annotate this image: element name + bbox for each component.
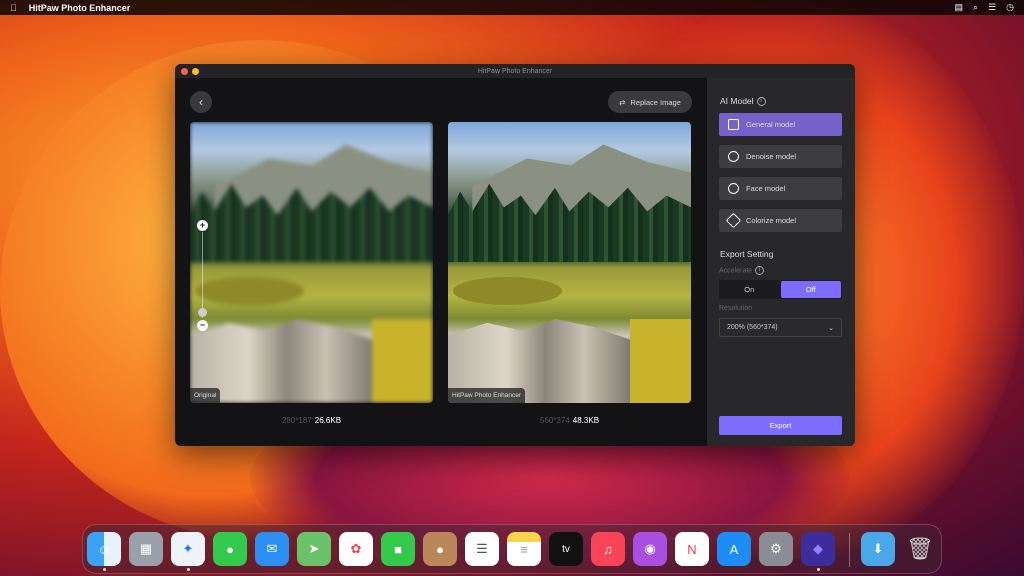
accelerate-label: Accelerate i xyxy=(719,266,765,275)
info-icon[interactable]: i xyxy=(756,97,766,107)
dock: ☺ ▦ ✦ ● ✉ ➤ ✿ ■ ● ☰ ≡ tv ♫ ◉ N A ⚙ ◆ ⬇ 🗑 xyxy=(82,524,942,574)
search-icon[interactable]: ⌕ xyxy=(973,2,978,13)
brush-icon xyxy=(725,212,742,229)
original-label: Original xyxy=(190,388,221,403)
accelerate-on[interactable]: On xyxy=(719,280,780,299)
notes-icon[interactable]: ≡ xyxy=(507,532,541,566)
reminders-icon[interactable]: ☰ xyxy=(465,532,499,566)
news-icon[interactable]: N xyxy=(675,532,709,566)
podcasts-icon[interactable]: ◉ xyxy=(633,532,667,566)
image-icon xyxy=(728,119,739,130)
ai-model-heading: AI Model i xyxy=(720,96,766,107)
mail-icon[interactable]: ✉ xyxy=(255,532,289,566)
general-model-button[interactable]: General model xyxy=(719,113,842,136)
title-bar: HitPaw Photo Enhancer xyxy=(175,64,855,78)
running-indicator xyxy=(817,568,820,571)
swap-icon: ⇄ xyxy=(619,97,626,107)
resolution-label: Resolution xyxy=(719,305,753,312)
enhanced-image[interactable]: HitPaw Photo Enhancer xyxy=(448,122,691,403)
tv-icon[interactable]: tv xyxy=(549,532,583,566)
settings-panel: AI Model i General model Denoise model Fa… xyxy=(707,78,855,446)
denoise-icon xyxy=(728,151,739,162)
messages-icon[interactable]: ● xyxy=(213,532,247,566)
info-icon[interactable]: i xyxy=(755,266,765,275)
running-indicator xyxy=(103,568,106,571)
app-menu[interactable]: HitPaw Photo Enhancer xyxy=(29,3,131,13)
zoom-out-button[interactable]: − xyxy=(197,320,208,331)
replace-image-button[interactable]: ⇄ Replace Image xyxy=(608,91,692,113)
zoom-slider[interactable] xyxy=(202,232,203,318)
enhanced-label: HitPaw Photo Enhancer xyxy=(448,388,526,403)
apple-icon[interactable]:  xyxy=(10,3,17,13)
maps-icon[interactable]: ➤ xyxy=(297,532,331,566)
export-setting-heading: Export Setting xyxy=(720,249,774,259)
colorize-model-button[interactable]: Colorize model xyxy=(719,209,842,232)
safari-icon[interactable]: ✦ xyxy=(171,532,205,566)
accelerate-off[interactable]: Off xyxy=(780,281,841,298)
clock-icon[interactable]: ◷ xyxy=(1006,2,1014,13)
menu-bar:  HitPaw Photo Enhancer ▤ ⌕ ☰ ◷ xyxy=(0,0,1024,15)
resolution-select[interactable]: 200% (560*374) ⌄ xyxy=(719,318,842,337)
face-model-button[interactable]: Face model xyxy=(719,177,842,200)
contacts-icon[interactable]: ● xyxy=(423,532,457,566)
face-icon xyxy=(728,183,739,194)
back-button[interactable]: ‹ xyxy=(190,91,212,113)
app-store-icon[interactable]: A xyxy=(717,532,751,566)
chevron-down-icon: ⌄ xyxy=(828,324,834,332)
facetime-icon[interactable]: ■ xyxy=(381,532,415,566)
zoom-slider-handle[interactable] xyxy=(198,308,207,317)
original-image[interactable]: Original xyxy=(190,122,433,403)
keyboard-icon[interactable]: ▤ xyxy=(955,2,964,13)
enhanced-info: 560*374 48.3KB xyxy=(539,416,600,425)
denoise-model-button[interactable]: Denoise model xyxy=(719,145,842,168)
trash-icon[interactable]: 🗑 xyxy=(903,532,937,566)
zoom-in-button[interactable]: + xyxy=(197,220,208,231)
photos-icon[interactable]: ✿ xyxy=(339,532,373,566)
launchpad-icon[interactable]: ▦ xyxy=(129,532,163,566)
system-preferences-icon[interactable]: ⚙ xyxy=(759,532,793,566)
dock-separator xyxy=(849,533,850,567)
hitpaw-icon[interactable]: ◆ xyxy=(801,532,835,566)
app-window: HitPaw Photo Enhancer ‹ ⇄ Replace Image O… xyxy=(175,64,855,446)
music-icon[interactable]: ♫ xyxy=(591,532,625,566)
original-info: 280*187 26.6KB xyxy=(281,416,342,425)
preview-area: ‹ ⇄ Replace Image Original + − HitPaw Pho… xyxy=(175,78,707,446)
running-indicator xyxy=(187,568,190,571)
accelerate-toggle: On Off xyxy=(719,280,842,299)
window-title: HitPaw Photo Enhancer xyxy=(477,67,553,75)
chevron-left-icon: ‹ xyxy=(199,95,203,109)
downloads-folder-icon[interactable]: ⬇ xyxy=(861,532,895,566)
finder-icon[interactable]: ☺ xyxy=(87,532,121,566)
export-button[interactable]: Export xyxy=(719,416,842,435)
zoom-control: + − xyxy=(197,220,208,331)
control-center-icon[interactable]: ☰ xyxy=(988,2,996,13)
